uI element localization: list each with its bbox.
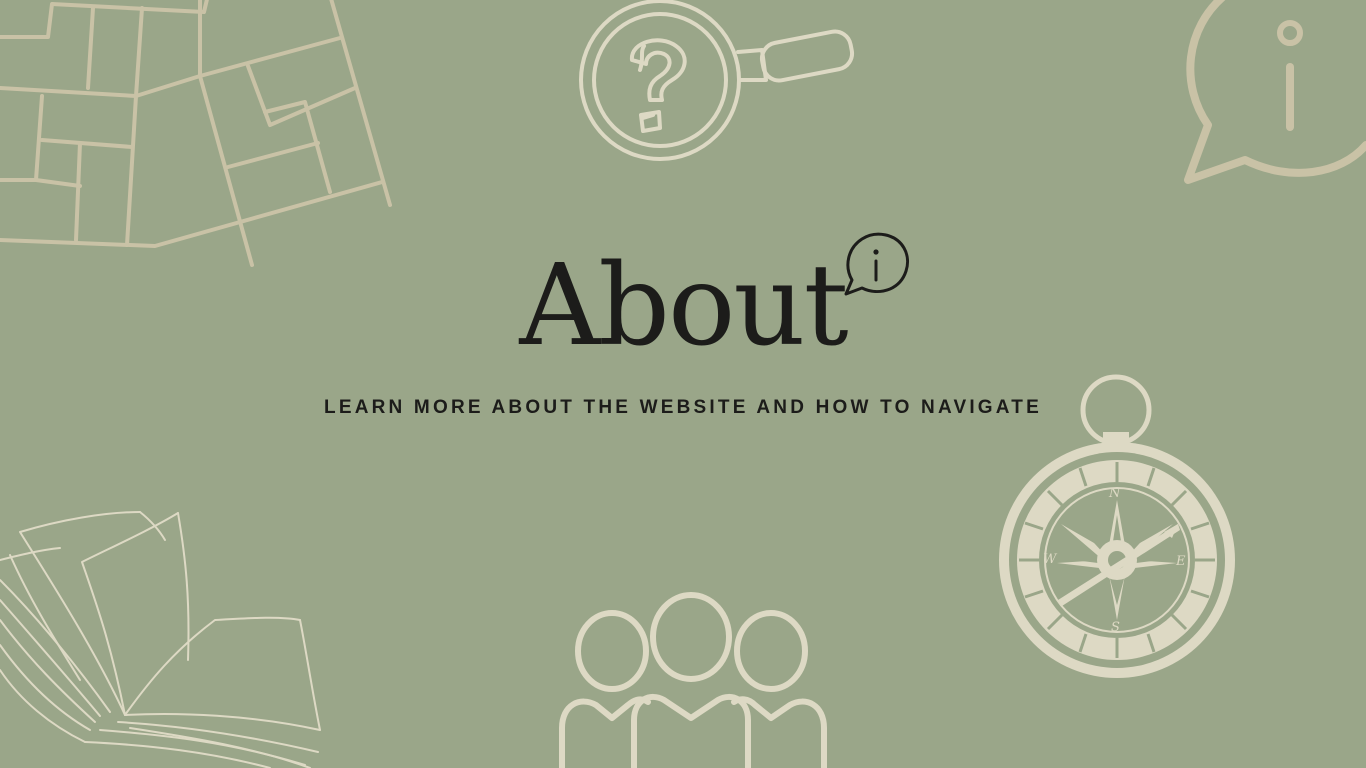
page-subtitle: LEARN MORE ABOUT THE WEBSITE AND HOW TO … (324, 397, 1042, 418)
info-bubble-icon (1184, 0, 1366, 184)
open-book-icon (0, 511, 321, 768)
map-icon (0, 0, 392, 267)
title-info-bubble-icon (844, 232, 909, 296)
compass-icon (999, 374, 1235, 678)
people-group-icon (559, 592, 827, 768)
page-title: About (519, 241, 848, 371)
background-decorations (0, 0, 1366, 768)
magnifying-question-icon (579, 0, 855, 161)
